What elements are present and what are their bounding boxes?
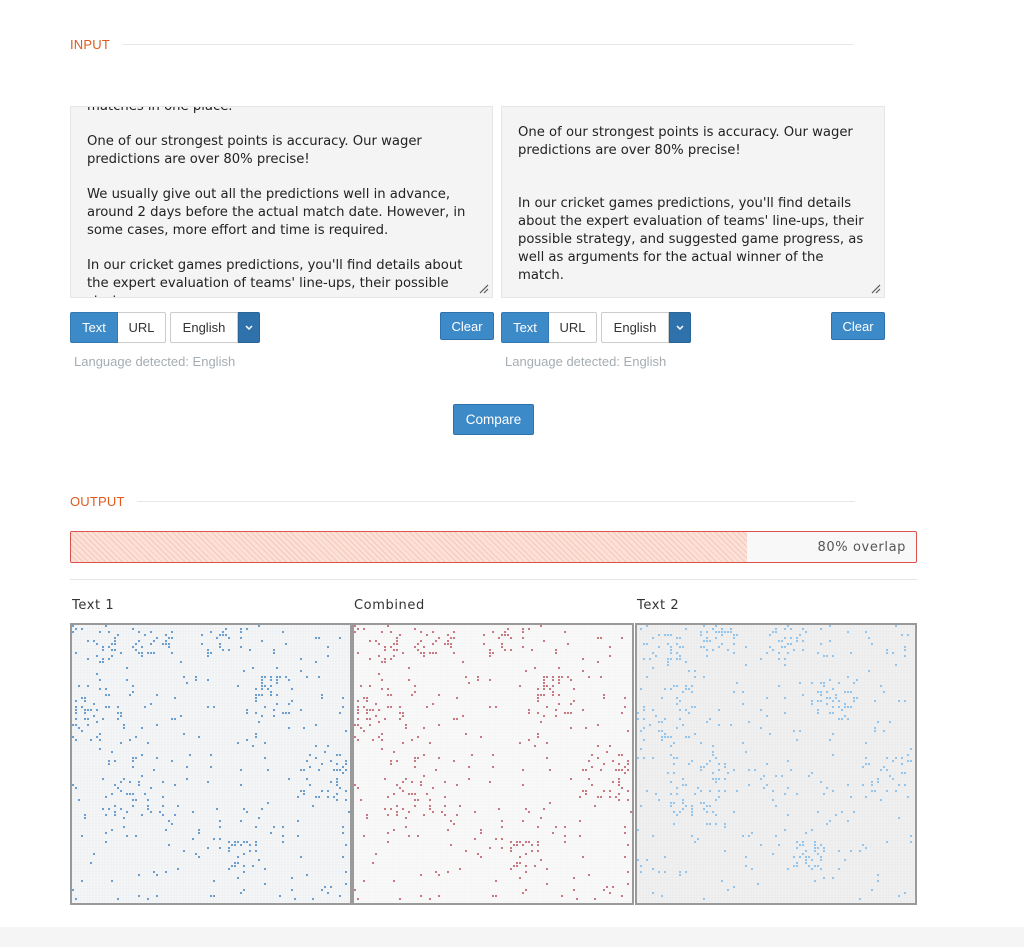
text2-textarea[interactable]: One of our strongest points is accuracy.… bbox=[501, 106, 885, 298]
text2-url-mode-button[interactable]: URL bbox=[549, 312, 597, 343]
text2-language-detected: Language detected: English bbox=[505, 354, 667, 369]
text2-language-select[interactable]: English bbox=[601, 312, 669, 343]
caret-down-icon bbox=[245, 325, 253, 330]
compare-button[interactable]: Compare bbox=[453, 404, 534, 435]
text1-clear-button[interactable]: Clear bbox=[440, 312, 494, 340]
text1-mode-group: Text URL English bbox=[70, 312, 260, 343]
combined-dotplot bbox=[352, 623, 634, 905]
text2-clear-button[interactable]: Clear bbox=[831, 312, 885, 340]
input-heading-rule bbox=[122, 43, 854, 45]
text1-paragraph: In our cricket games predictions, you'll… bbox=[87, 258, 463, 297]
text2-language-dropdown-button[interactable] bbox=[669, 312, 691, 343]
resize-handle-icon[interactable] bbox=[871, 284, 881, 294]
output-divider bbox=[70, 579, 917, 580]
text1-language-select[interactable]: English bbox=[170, 312, 238, 343]
caret-down-icon bbox=[676, 325, 684, 330]
text1-paragraph: One of our strongest points is accuracy.… bbox=[87, 134, 422, 167]
text2-paragraph: One of our strongest points is accuracy.… bbox=[518, 125, 853, 158]
input-section-header: INPUT bbox=[70, 34, 854, 54]
dotplot-background bbox=[637, 625, 915, 903]
text2-dotplot bbox=[635, 623, 917, 905]
output-section-header: OUTPUT bbox=[70, 491, 855, 511]
page-footer-strip bbox=[0, 927, 1024, 947]
text2-text-mode-button[interactable]: Text bbox=[501, 312, 549, 343]
panel-label-text1: Text 1 bbox=[72, 598, 115, 613]
text2-paragraph: In our cricket games predictions, you'll… bbox=[518, 196, 864, 283]
text1-language-dropdown-button[interactable] bbox=[238, 312, 260, 343]
overlap-progress-bar: 80% overlap bbox=[70, 531, 917, 563]
text1-text-mode-button[interactable]: Text bbox=[70, 312, 118, 343]
output-heading-rule bbox=[136, 500, 855, 502]
text1-paragraph: We usually give out all the predictions … bbox=[87, 187, 466, 238]
panel-label-combined: Combined bbox=[354, 598, 425, 613]
dotplot-background bbox=[72, 625, 350, 903]
input-heading: INPUT bbox=[70, 36, 110, 52]
text2-mode-group: Text URL English bbox=[501, 312, 691, 343]
resize-handle-icon[interactable] bbox=[479, 284, 489, 294]
panel-label-text2: Text 2 bbox=[637, 598, 680, 613]
text1-paragraph: matches in one place. bbox=[87, 106, 233, 114]
output-heading: OUTPUT bbox=[70, 493, 125, 509]
text1-textarea[interactable]: matches in one place. One of our stronge… bbox=[70, 106, 493, 298]
text1-language-detected: Language detected: English bbox=[74, 354, 236, 369]
overlap-label: 80% overlap bbox=[817, 539, 906, 555]
text1-dotplot bbox=[70, 623, 352, 905]
text1-url-mode-button[interactable]: URL bbox=[118, 312, 166, 343]
overlap-progress-fill bbox=[71, 532, 747, 562]
dotplot-background bbox=[354, 625, 632, 903]
